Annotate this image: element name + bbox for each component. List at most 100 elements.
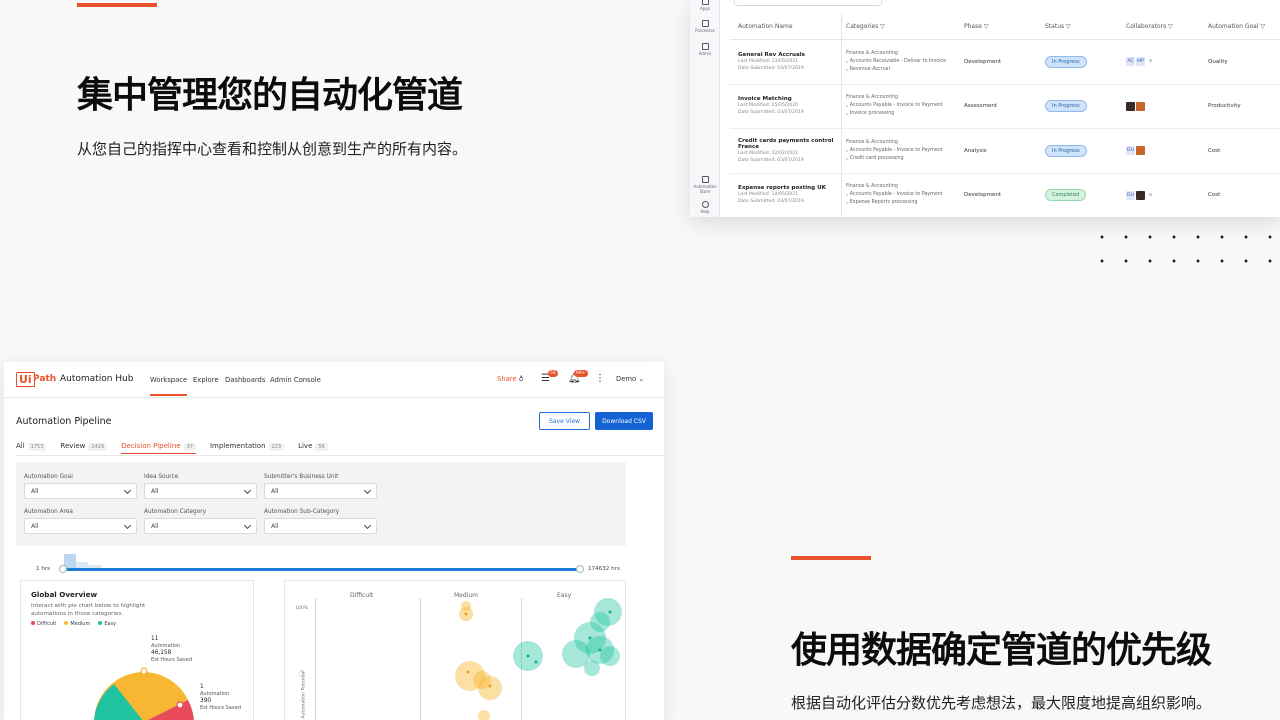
bubble-center bbox=[589, 637, 592, 640]
filter-icon[interactable]: ▽ bbox=[1260, 23, 1265, 30]
last-modified: Last Modified: 13/05/2021 bbox=[738, 58, 841, 65]
bubble[interactable] bbox=[584, 660, 600, 676]
table-header: Automation Name Categories ▽ Phase ▽ Sta… bbox=[730, 14, 1280, 40]
idea-source-select[interactable]: All bbox=[144, 483, 257, 499]
automation-area-select[interactable]: All bbox=[24, 518, 137, 534]
bubble-center bbox=[609, 611, 612, 614]
tab-live[interactable]: Live56 bbox=[298, 442, 328, 454]
bubble-center bbox=[465, 613, 468, 616]
col-categories[interactable]: Categories ▽ bbox=[842, 23, 964, 30]
category-l1: Finance & Accounting bbox=[846, 183, 964, 191]
avatar[interactable] bbox=[1136, 102, 1145, 111]
share-button[interactable]: Share ♁ bbox=[497, 375, 524, 383]
tab-implementation[interactable]: Implementation223 bbox=[210, 442, 284, 454]
avatar[interactable] bbox=[1136, 191, 1145, 200]
automation-goal-select[interactable]: All bbox=[24, 483, 137, 499]
add-collaborator-icon[interactable]: ⊕ bbox=[1146, 57, 1155, 66]
date-submitted: Date Submitted: 03/07/2019 bbox=[738, 157, 841, 164]
category-l2: ⌞ Accounts Payable - Invoice to Payment bbox=[846, 102, 964, 110]
scatter-y-axis bbox=[315, 598, 316, 720]
uipath-logo[interactable]: Ui bbox=[16, 372, 35, 387]
filter-icon[interactable]: ▽ bbox=[1168, 23, 1173, 30]
table-row[interactable]: Credit cards payments control France Las… bbox=[730, 129, 1280, 174]
nav-admin-console[interactable]: Admin Console bbox=[270, 376, 321, 384]
goal-value: Cost bbox=[1208, 148, 1278, 154]
rail-help[interactable]: Help bbox=[690, 201, 720, 214]
scatter-y-label: Automation Potential bbox=[302, 670, 307, 718]
bubble[interactable] bbox=[461, 601, 471, 611]
automation-category-select[interactable]: All bbox=[144, 518, 257, 534]
automation-hub-card: Ui Path Automation Hub Workspace Explore… bbox=[4, 362, 664, 720]
global-overview-subtitle: Interact with pie chart below to highlig… bbox=[31, 602, 161, 618]
notifications-badge: 99+ bbox=[574, 370, 588, 377]
automation-name[interactable]: Credit cards payments control France bbox=[738, 138, 841, 150]
bubble-center bbox=[467, 671, 470, 674]
tab-review[interactable]: Review1429 bbox=[60, 442, 107, 454]
avatar[interactable]: DU bbox=[1126, 146, 1135, 155]
processes-icon bbox=[702, 20, 709, 27]
user-menu[interactable]: Demo ⌄ bbox=[616, 375, 644, 383]
avatar[interactable]: DU bbox=[1126, 191, 1135, 200]
hours-range-slider[interactable] bbox=[62, 568, 580, 571]
add-collaborator-icon[interactable]: ⊕ bbox=[1146, 191, 1155, 200]
goal-value: Cost bbox=[1208, 192, 1278, 198]
tab-decision-pipeline[interactable]: Decision Pipeline37 bbox=[121, 442, 196, 454]
slider-min-label: 1 hrs bbox=[36, 566, 50, 572]
more-vertical-icon[interactable]: ⋮ bbox=[595, 373, 605, 384]
bubble[interactable] bbox=[478, 710, 490, 720]
rail-apps[interactable]: Apps bbox=[690, 0, 720, 11]
table-row[interactable]: Expense reports posting UK Last Modified… bbox=[730, 174, 1280, 218]
annotation-medium: 11 Automation 46,158 Est Hours Saved bbox=[151, 636, 192, 664]
scatter-bubbles[interactable] bbox=[424, 592, 634, 720]
automation-subcategory-select[interactable]: All bbox=[264, 518, 377, 534]
legend-difficult[interactable]: Difficult bbox=[31, 621, 56, 627]
rail-automation-store[interactable]: Automation Store bbox=[690, 176, 720, 194]
slider-max-label: 174632 hrs bbox=[588, 566, 620, 572]
col-automation-goal[interactable]: Automation Goal ▽ bbox=[1208, 23, 1278, 30]
phase-value: Assessment bbox=[964, 103, 1045, 109]
col-status[interactable]: Status ▽ bbox=[1045, 23, 1126, 30]
table-row[interactable]: General Rev Accruals Last Modified: 13/0… bbox=[730, 40, 1280, 85]
avatar[interactable]: AC bbox=[1126, 57, 1135, 66]
last-modified: Last Modified: 10/05/2021 bbox=[738, 191, 841, 198]
table-row[interactable]: Invoice Matching Last Modified: 25/05/20… bbox=[730, 85, 1280, 130]
business-unit-select[interactable]: All bbox=[264, 483, 377, 499]
nav-dashboards[interactable]: Dashboards bbox=[225, 376, 265, 384]
col-collaborators[interactable]: Collaborators ▽ bbox=[1126, 23, 1208, 30]
legend-medium[interactable]: Medium bbox=[64, 621, 90, 627]
difficulty-pie-chart[interactable] bbox=[84, 662, 204, 720]
goal-value: Quality bbox=[1208, 59, 1278, 65]
bubble[interactable] bbox=[473, 671, 491, 689]
category-l3: ⌞ Invoice processing bbox=[846, 110, 964, 118]
avatar[interactable] bbox=[1126, 102, 1135, 111]
hero-title-pipeline: 集中管理您的自动化管道 bbox=[77, 66, 462, 118]
nav-explore[interactable]: Explore bbox=[193, 376, 219, 384]
hero-title-prioritize: 使用数据确定管道的优先级 bbox=[791, 621, 1211, 673]
rail-admin[interactable]: Admin bbox=[690, 43, 720, 56]
scatter-divider bbox=[420, 598, 421, 720]
slider-handle-max[interactable] bbox=[576, 565, 584, 573]
bubble-center bbox=[599, 649, 602, 652]
bubble-center bbox=[535, 661, 538, 664]
download-csv-button[interactable]: Download CSV bbox=[595, 412, 653, 430]
last-modified: Last Modified: 12/02/2021 bbox=[738, 150, 841, 157]
filter-icon[interactable]: ▽ bbox=[1066, 23, 1071, 30]
tab-all[interactable]: All1753 bbox=[16, 442, 46, 454]
phase-value: Analysis bbox=[964, 148, 1045, 154]
category-l2: ⌞ Accounts Payable - Invoice to Payment bbox=[846, 147, 964, 155]
medium-bubbles bbox=[455, 601, 502, 720]
date-submitted: Date Submitted: 03/07/2019 bbox=[738, 65, 841, 72]
filter-icon[interactable]: ▽ bbox=[880, 23, 885, 30]
filter-icon[interactable]: ▽ bbox=[984, 23, 989, 30]
search-input[interactable] bbox=[734, 0, 882, 6]
bubble[interactable] bbox=[600, 646, 620, 666]
slider-handle-min[interactable] bbox=[59, 565, 67, 573]
nav-workspace[interactable]: Workspace bbox=[150, 376, 187, 396]
col-phase[interactable]: Phase ▽ bbox=[964, 23, 1045, 30]
avatar[interactable] bbox=[1136, 146, 1145, 155]
col-automation-name[interactable]: Automation Name bbox=[730, 14, 842, 39]
rail-processes[interactable]: Processes bbox=[690, 20, 720, 33]
save-view-button[interactable]: Save View bbox=[539, 412, 590, 430]
avatar[interactable]: MP bbox=[1136, 57, 1145, 66]
legend-easy[interactable]: Easy bbox=[98, 621, 116, 627]
